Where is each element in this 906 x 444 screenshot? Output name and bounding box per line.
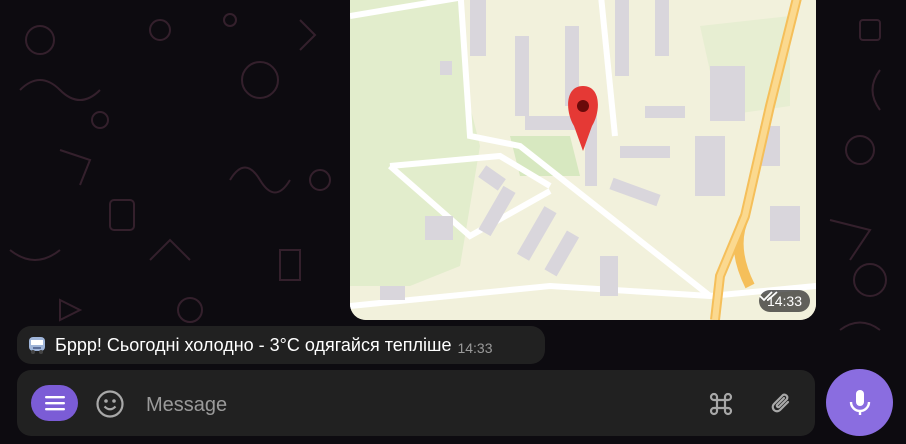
map-image <box>350 0 816 320</box>
menu-button[interactable] <box>31 385 78 421</box>
map-message-time: 14:33 <box>758 290 810 312</box>
location-map-message[interactable]: 14:33 <box>350 0 816 320</box>
microphone-icon <box>849 389 870 415</box>
menu-icon <box>44 396 65 411</box>
microphone-button[interactable] <box>826 369 893 436</box>
smile-icon[interactable] <box>95 389 125 419</box>
message-time: 14:33 <box>457 340 493 356</box>
message-text: Бррр! Сьогодні холодно - 3°С одягайся те… <box>55 334 452 355</box>
message-composer <box>17 370 815 436</box>
command-icon[interactable] <box>706 389 736 419</box>
double-check-icon <box>759 291 778 302</box>
bus-icon <box>29 337 45 354</box>
paperclip-icon[interactable] <box>767 389 797 419</box>
message-input[interactable] <box>144 390 648 420</box>
text-message[interactable]: Бррр! Сьогодні холодно - 3°С одягайся те… <box>17 326 545 364</box>
